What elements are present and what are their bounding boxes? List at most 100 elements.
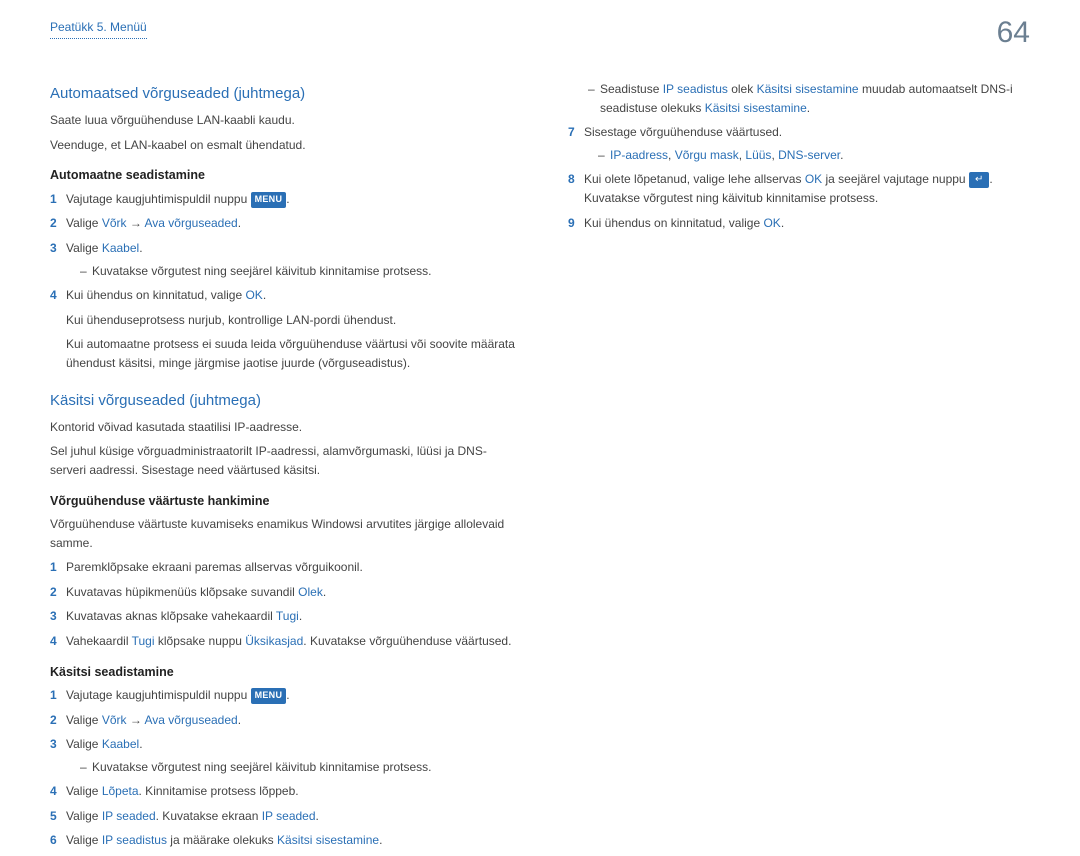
step-7: 7 Sisestage võrguühenduse väärtused. IP-…	[568, 123, 1030, 164]
text: Valige	[66, 216, 102, 230]
text: Veenduge, et LAN-kaabel on esmalt ühenda…	[50, 136, 520, 155]
subheading-manual-setup: Käsitsi seadistamine	[50, 663, 520, 682]
link-uksikasjad: Üksikasjad	[245, 634, 303, 648]
text: .	[286, 192, 289, 206]
link-kaabel: Kaabel	[102, 241, 139, 255]
text: Paremklõpsake ekraani paremas allservas …	[66, 560, 363, 574]
text: Valige	[66, 737, 102, 751]
link-kasitsi-sisestamine: Käsitsi sisestamine	[277, 833, 379, 847]
text: .	[781, 216, 784, 230]
text: Kuvatavas hüpikmenüüs klõpsake suvandil	[66, 585, 298, 599]
link-ok: OK	[763, 216, 780, 230]
text: Võrguühenduse väärtuste kuvamiseks enami…	[50, 515, 520, 552]
sub-bullet: Kuvatakse võrgutest ning seejärel käivit…	[80, 758, 520, 777]
text: .	[840, 148, 843, 162]
step-6: 6 Valige IP seadistus ja määrake olekuks…	[50, 831, 520, 850]
enter-icon: ↵	[969, 172, 989, 188]
link-kaabel: Kaabel	[102, 737, 139, 751]
text: →	[127, 216, 145, 230]
link-tugi: Tugi	[132, 634, 155, 648]
link-ok: OK	[245, 288, 262, 302]
link-vork: Võrk	[102, 216, 127, 230]
note: Kui ühenduseprotsess nurjub, kontrollige…	[66, 311, 520, 330]
text: Kui ühendus on kinnitatud, valige	[584, 216, 763, 230]
text: .	[238, 713, 241, 727]
link-kasitsi-sisestamine: Käsitsi sisestamine	[705, 101, 807, 115]
step-2: 2 Kuvatavas hüpikmenüüs klõpsake suvandi…	[50, 583, 520, 602]
menu-badge: MENU	[251, 192, 287, 208]
subheading-auto-setup: Automaatne seadistamine	[50, 166, 520, 185]
text: Vajutage kaugjuhtimispuldil nuppu	[66, 192, 251, 206]
step-1: 1Paremklõpsake ekraani paremas allservas…	[50, 558, 520, 577]
link-ok: OK	[805, 172, 822, 186]
heading-auto-network: Automaatsed võrguseaded (juhtmega)	[50, 82, 520, 105]
text: Saate luua võrguühenduse LAN-kaabli kaud…	[50, 111, 520, 130]
link-ava-vorguseaded: Ava võrguseaded	[145, 216, 238, 230]
step-4: 4 Valige Lõpeta. Kinnitamise protsess lõ…	[50, 782, 520, 801]
text: . Kinnitamise protsess lõppeb.	[139, 784, 299, 798]
heading-manual-network: Käsitsi võrguseaded (juhtmega)	[50, 389, 520, 412]
step-2: 2 Valige Võrk → Ava võrguseaded.	[50, 711, 520, 730]
text: Valige	[66, 241, 102, 255]
text: Valige	[66, 713, 102, 727]
sub-bullet: Kuvatakse võrgutest ning seejärel käivit…	[80, 262, 520, 281]
text: .	[238, 216, 241, 230]
link-luus: Lüüs	[745, 148, 771, 162]
link-vorgu-mask: Võrgu mask	[675, 148, 739, 162]
text: Seadistuse	[600, 82, 663, 96]
text: Valige	[66, 833, 102, 847]
step-4: 4 Vahekaardil Tugi klõpsake nuppu Üksika…	[50, 632, 520, 651]
text: .	[807, 101, 810, 115]
text: Sel juhul küsige võrguadministraatorilt …	[50, 442, 520, 479]
text: Sisestage võrguühenduse väärtused.	[584, 125, 782, 139]
step-9: 9 Kui ühendus on kinnitatud, valige OK.	[568, 214, 1030, 233]
text: ,	[668, 148, 675, 162]
menu-badge: MENU	[251, 688, 287, 704]
link-ip-seaded: IP seaded	[262, 809, 316, 823]
subheading-get-values: Võrguühenduse väärtuste hankimine	[50, 492, 520, 511]
link-ip-seaded: IP seaded	[102, 809, 156, 823]
link-olek: Olek	[298, 585, 323, 599]
text: . Kuvatakse ekraan	[156, 809, 262, 823]
sub-bullet: Seadistuse IP seadistus olek Käsitsi sis…	[588, 80, 1030, 117]
step-8: 8 Kui olete lõpetanud, valige lehe allse…	[568, 170, 1030, 207]
text: .	[286, 688, 289, 702]
step-5: 5 Valige IP seaded. Kuvatakse ekraan IP …	[50, 807, 520, 826]
step-2: 2 Valige Võrk → Ava võrguseaded.	[50, 214, 520, 233]
link-lopeta: Lõpeta	[102, 784, 139, 798]
step-3: 3 Valige Kaabel. Kuvatakse võrgutest nin…	[50, 239, 520, 280]
step-3: 3 Kuvatavas aknas klõpsake vahekaardil T…	[50, 607, 520, 626]
text: ja seejärel vajutage nuppu	[822, 172, 969, 186]
text: Vajutage kaugjuhtimispuldil nuppu	[66, 688, 251, 702]
text: . Kuvatakse võrguühenduse väärtused.	[303, 634, 511, 648]
page-number: 64	[997, 18, 1030, 48]
text: Valige	[66, 809, 102, 823]
text: Kui ühendus on kinnitatud, valige	[66, 288, 245, 302]
text: olek	[728, 82, 757, 96]
text: .	[323, 585, 326, 599]
link-ip-aadress: IP-aadress	[610, 148, 668, 162]
link-tugi: Tugi	[276, 609, 299, 623]
sub-bullet: IP-aadress, Võrgu mask, Lüüs, DNS-server…	[598, 146, 1030, 165]
text: .	[139, 737, 142, 751]
step-3: 3 Valige Kaabel. Kuvatakse võrgutest nin…	[50, 735, 520, 776]
text: Valige	[66, 784, 102, 798]
link-dns-server: DNS-server	[778, 148, 840, 162]
text: klõpsake nuppu	[155, 634, 246, 648]
text: .	[263, 288, 266, 302]
text: Kontorid võivad kasutada staatilisi IP-a…	[50, 418, 520, 437]
text: .	[299, 609, 302, 623]
text: Kui olete lõpetanud, valige lehe allserv…	[584, 172, 805, 186]
text: →	[127, 713, 145, 727]
text: .	[316, 809, 319, 823]
step-1: 1 Vajutage kaugjuhtimispuldil nuppu MENU…	[50, 686, 520, 705]
step-1: 1 Vajutage kaugjuhtimispuldil nuppu MENU…	[50, 190, 520, 209]
step-4: 4 Kui ühendus on kinnitatud, valige OK.	[50, 286, 520, 305]
text: .	[139, 241, 142, 255]
note: Kui automaatne protsess ei suuda leida v…	[66, 335, 520, 372]
breadcrumb[interactable]: Peatükk 5. Menüü	[50, 18, 147, 39]
link-ava-vorguseaded: Ava võrguseaded	[145, 713, 238, 727]
text: Vahekaardil	[66, 634, 132, 648]
text: ja määrake olekuks	[167, 833, 277, 847]
text: .	[379, 833, 382, 847]
